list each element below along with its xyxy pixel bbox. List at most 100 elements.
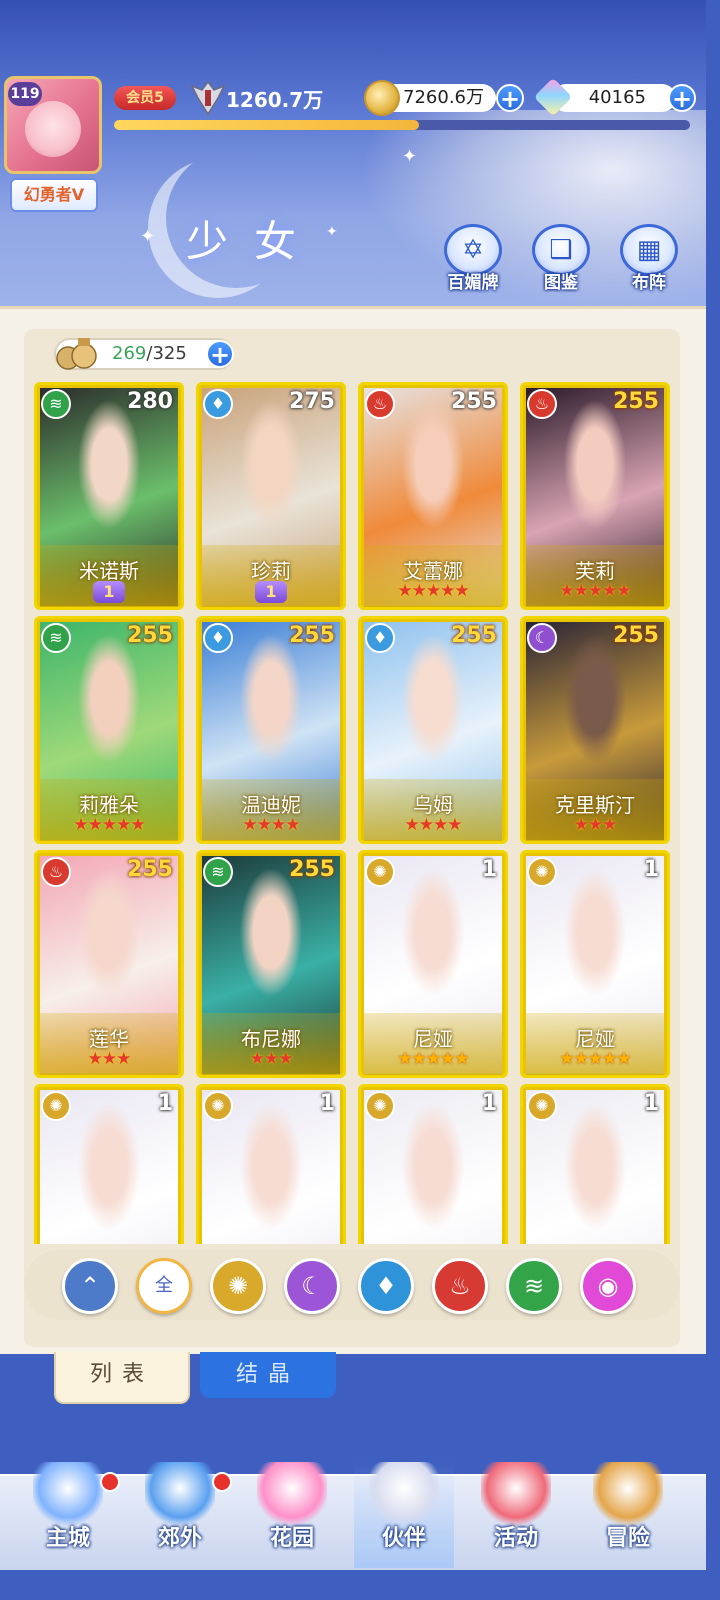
character-card[interactable]: ♦ 255 乌姆 ★★★★ [358,616,508,844]
card-level: 255 [613,389,659,414]
card-level: 280 [127,389,173,414]
orb-icon: ◉ [597,1272,619,1300]
wind-element-icon: ≋ [203,857,233,887]
cards-button[interactable]: ✡ 百媚牌 [440,224,506,296]
card-level: 255 [451,623,497,648]
star-rating: ★★★ [573,815,618,835]
light-element-icon: ✺ [203,1091,233,1121]
experience-bar-fill [114,120,420,130]
formation-button[interactable]: ▦ 布阵 [616,224,682,296]
notification-dot [100,1472,120,1492]
nav-label: 花园 [269,1526,314,1551]
gift-bags-icon [56,338,97,370]
notification-dot [212,1472,232,1492]
compass-icon [593,1462,663,1528]
filter-charm[interactable]: ◉ [580,1258,636,1314]
star-rating: ★★★ [249,1049,294,1069]
light-element-icon: ✺ [527,857,557,887]
add-gems-button[interactable]: + [668,84,696,113]
expand-roster-button[interactable]: + [206,340,234,369]
card-name: 温迪妮 [241,793,301,817]
character-card[interactable]: ≋ 255 莉雅朵 ★★★★★ [34,616,184,844]
water-element-icon: ♦ [203,389,233,419]
character-card[interactable]: ✺ 1 [34,1084,184,1244]
sun-icon: ✺ [227,1272,249,1300]
filter-moon[interactable]: ☾ [284,1258,340,1314]
experience-bar [114,120,690,130]
nav-label: 伙伴 [381,1526,426,1551]
header-background: ✦ ✦ ✦ [0,0,706,312]
card-level: 1 [157,1091,173,1116]
gem-amount: 40165 [588,87,646,108]
nav-label: 活动 [493,1526,538,1551]
character-card[interactable]: ✺ 1 [196,1084,346,1244]
combat-power-value: 1260.7万 [226,88,324,112]
character-card[interactable]: ☾ 255 克里斯汀 ★★★ [520,616,670,844]
star-rating: ★★★★★ [559,1049,631,1069]
all-icon: 全 [155,1275,173,1296]
vip-badge[interactable]: 会员5 [114,86,176,110]
star-rating: ★★★★★ [397,1049,469,1069]
water-drop-icon: ♦ [375,1272,397,1300]
character-card[interactable]: ✺ 1 尼娅 ★★★★★ [520,850,670,1078]
character-card[interactable]: ✺ 1 尼娅 ★★★★★ [358,850,508,1078]
tab-crystal[interactable]: 结晶 [200,1352,336,1398]
card-level: 1 [643,857,659,882]
gold-coin-icon [364,80,400,116]
nav-item-5[interactable]: 冒险 [578,1462,678,1568]
collection-button-label: 图鉴 [544,273,578,293]
water-element-icon: ♦ [365,623,395,653]
character-card[interactable]: ♨ 255 莲华 ★★★ [34,850,184,1078]
roster-count: 269/325 [112,343,187,364]
filter-light[interactable]: ✺ [210,1258,266,1314]
character-card[interactable]: ≋ 280 米诺斯 1 [34,382,184,610]
cards-button-label: 百媚牌 [447,273,499,293]
player-title-badge[interactable]: 幻勇者V [10,178,98,212]
card-name: 莲华 [89,1027,129,1051]
gift-icon [481,1462,551,1528]
star-rating: ★★★★★ [73,815,145,835]
character-card[interactable]: ✺ 1 [358,1084,508,1244]
filter-fire[interactable]: ♨ [432,1258,488,1314]
character-card[interactable]: ♦ 275 珍莉 1 [196,382,346,610]
card-level: 1 [319,1091,335,1116]
character-card[interactable]: ✺ 1 [520,1084,670,1244]
card-level: 255 [127,623,173,648]
character-card[interactable]: ♨ 255 芙莉 ★★★★★ [520,382,670,610]
card-level: 275 [289,389,335,414]
character-card[interactable]: ≋ 255 布尼娜 ★★★ [196,850,346,1078]
player-level-badge: 119 [8,82,42,106]
wing-icon: ⌃ [79,1272,101,1300]
tornado-icon: ≋ [523,1272,545,1300]
sparkle-icon: ✦ [402,146,418,167]
character-card[interactable]: ♨ 255 艾蕾娜 ★★★★★ [358,382,508,610]
nav-item-0[interactable]: 主城 [18,1462,120,1568]
filter-wind-all[interactable]: ⌃ [62,1258,118,1314]
sparkle-icon: ✦ [140,226,156,247]
fire-element-icon: ♨ [527,389,557,419]
card-level: 1 [481,1091,497,1116]
nav-label: 郊外 [157,1526,202,1551]
card-name: 布尼娜 [241,1027,301,1051]
light-element-icon: ✺ [527,1091,557,1121]
add-gold-button[interactable]: + [496,84,524,113]
nav-item-4[interactable]: 活动 [466,1462,566,1568]
formation-button-label: 布阵 [632,273,666,293]
card-name: 米诺斯 [79,559,139,583]
nav-item-1[interactable]: 郊外 [130,1462,232,1568]
star-rating: ★★★★★ [559,581,631,601]
avatar-portrait [25,101,81,157]
card-level: 255 [451,389,497,414]
filter-all[interactable]: 全 [136,1258,192,1314]
collection-button[interactable]: ❑ 图鉴 [528,224,594,296]
character-card[interactable]: ♦ 255 温迪妮 ★★★★ [196,616,346,844]
tab-list[interactable]: 列表 [54,1352,190,1404]
gold-amount: 7260.6万 [403,87,484,108]
filter-wind[interactable]: ≋ [506,1258,562,1314]
light-element-icon: ✺ [365,1091,395,1121]
nav-item-3[interactable]: 伙伴 [354,1462,454,1568]
nav-item-2[interactable]: 花园 [242,1462,342,1568]
filter-water[interactable]: ♦ [358,1258,414,1314]
card-name: 芙莉 [575,559,615,583]
card-name: 莉雅朵 [79,793,139,817]
